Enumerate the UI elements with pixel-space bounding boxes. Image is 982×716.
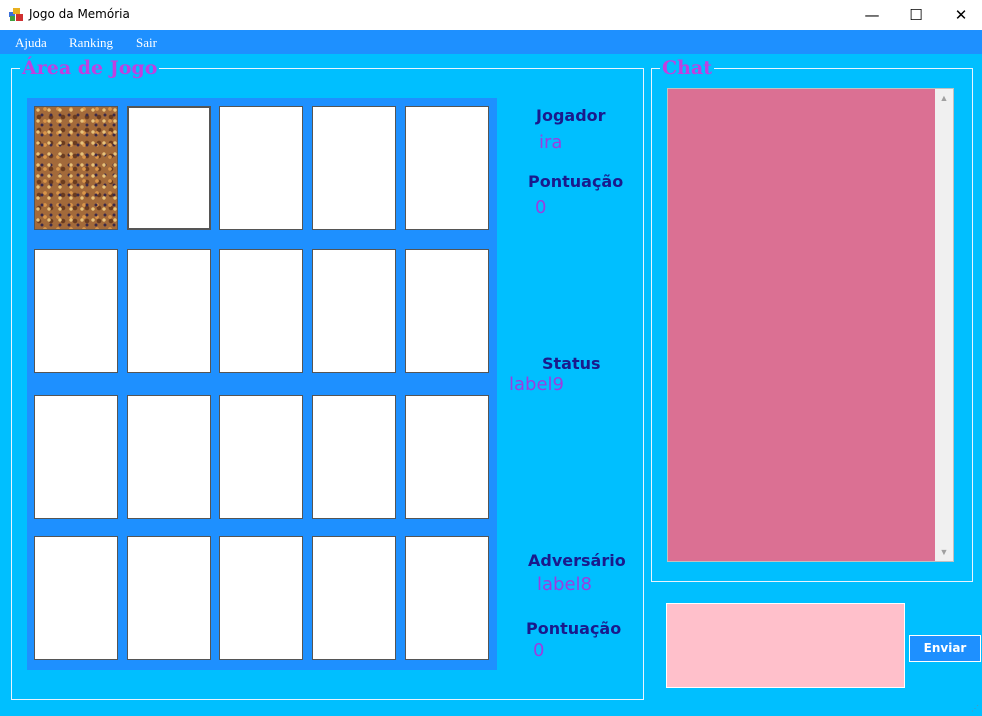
player-score: 0: [535, 197, 547, 218]
memory-card[interactable]: [405, 395, 489, 519]
menu-item-sair[interactable]: Sair: [136, 35, 157, 51]
memory-card[interactable]: [312, 536, 396, 660]
status-label: Status: [542, 354, 601, 373]
opponent-label: Adversário: [528, 551, 626, 570]
maximize-button[interactable]: ☐: [893, 0, 939, 30]
memory-card[interactable]: [127, 249, 211, 373]
chat-log[interactable]: ▲ ▼: [667, 88, 954, 562]
menu-bar: Ajuda Ranking Sair: [0, 30, 982, 54]
scroll-down-icon[interactable]: ▼: [935, 544, 953, 560]
chat-title: Chat: [660, 57, 715, 79]
menu-item-ranking[interactable]: Ranking: [69, 35, 113, 51]
player-label: Jogador: [536, 106, 606, 125]
memory-card[interactable]: [219, 249, 303, 373]
memory-card[interactable]: [405, 249, 489, 373]
memory-card[interactable]: [219, 536, 303, 660]
memory-card[interactable]: [219, 106, 303, 230]
memory-card[interactable]: [312, 106, 396, 230]
opponent-score: 0: [533, 640, 545, 661]
app-icon: [9, 8, 23, 21]
memory-card[interactable]: [34, 536, 118, 660]
memory-card[interactable]: [312, 395, 396, 519]
memory-card[interactable]: [127, 395, 211, 519]
message-input[interactable]: [666, 603, 905, 688]
opponent-score-label: Pontuação: [526, 619, 622, 638]
memory-card[interactable]: [405, 106, 489, 230]
memory-card[interactable]: [219, 395, 303, 519]
window-title: Jogo da Memória: [29, 7, 130, 21]
opponent-name: label8: [537, 574, 592, 595]
chat-scrollbar[interactable]: ▲ ▼: [935, 89, 953, 561]
memory-card[interactable]: [127, 536, 211, 660]
status-value: label9: [509, 374, 564, 395]
memory-card[interactable]: [405, 536, 489, 660]
memory-card[interactable]: [34, 395, 118, 519]
game-area-title: Área de Jogo: [20, 57, 160, 79]
memory-card[interactable]: [312, 249, 396, 373]
minimize-button[interactable]: —: [849, 0, 895, 30]
player-score-label: Pontuação: [528, 172, 624, 191]
card-board: [27, 98, 497, 670]
memory-card[interactable]: [34, 249, 118, 373]
close-button[interactable]: ✕: [938, 0, 982, 30]
memory-card[interactable]: [127, 106, 211, 230]
resize-grip-icon[interactable]: ⋰: [971, 705, 979, 713]
title-bar: Jogo da Memória — ☐ ✕: [0, 0, 982, 30]
menu-item-ajuda[interactable]: Ajuda: [15, 35, 47, 51]
send-button[interactable]: Enviar: [909, 635, 981, 662]
player-name: ira: [539, 132, 563, 153]
memory-card[interactable]: [34, 106, 118, 230]
scroll-up-icon[interactable]: ▲: [935, 90, 953, 106]
